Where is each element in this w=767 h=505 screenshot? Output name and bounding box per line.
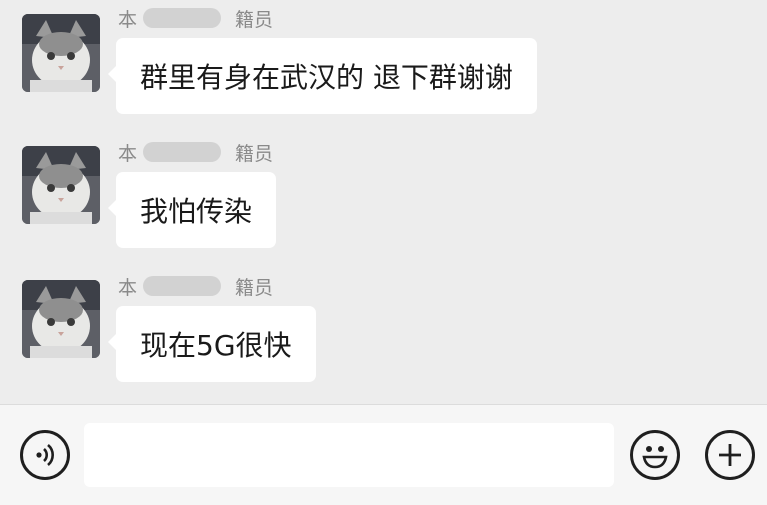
sender-name-prefix: 本: [118, 8, 138, 31]
message: 本 籍员 我怕传染: [0, 134, 767, 264]
cat-avatar-icon: [22, 146, 100, 224]
sender-name: 本 籍员: [118, 140, 274, 165]
emoji-button[interactable]: [630, 430, 680, 480]
redacted-name: [143, 276, 222, 296]
avatar[interactable]: [22, 280, 100, 358]
avatar[interactable]: [22, 146, 100, 224]
voice-button[interactable]: [20, 430, 70, 480]
redacted-name: [143, 142, 222, 162]
avatar[interactable]: [22, 14, 100, 92]
sender-name-suffix: 籍员: [235, 8, 274, 31]
cat-avatar-icon: [22, 280, 100, 358]
message-bubble[interactable]: 群里有身在武汉的 退下群谢谢: [108, 38, 537, 114]
voice-icon: [36, 444, 54, 466]
message-bubble[interactable]: 我怕传染: [107, 172, 277, 248]
sender-name-prefix: 本: [118, 276, 138, 299]
input-bar: [0, 404, 767, 505]
sender-name-suffix: 籍员: [235, 276, 274, 299]
message-text: 群里有身在武汉的 退下群谢谢: [140, 61, 513, 94]
message-text: 现在5G很快: [140, 329, 292, 362]
plus-button[interactable]: [705, 430, 755, 480]
chat-area: 本 籍员 群里有身在武汉的 退下群谢谢 本 籍员 我怕传染 本 籍员 现在5G很…: [0, 0, 767, 404]
message-bubble[interactable]: 现在5G很快: [108, 306, 316, 382]
message: 本 籍员 现在5G很快: [0, 268, 767, 398]
sender-name: 本 籍员: [118, 274, 274, 299]
cat-avatar-icon: [22, 14, 100, 92]
message: 本 籍员 群里有身在武汉的 退下群谢谢: [0, 0, 767, 130]
redacted-name: [143, 8, 222, 28]
message-input[interactable]: [84, 423, 614, 487]
sender-name-suffix: 籍员: [235, 142, 274, 165]
message-text: 我怕传染: [140, 195, 253, 228]
sender-name-prefix: 本: [118, 142, 138, 165]
sender-name: 本 籍员: [118, 6, 274, 31]
plus-icon: [719, 444, 741, 466]
emoji-icon: [642, 446, 668, 469]
